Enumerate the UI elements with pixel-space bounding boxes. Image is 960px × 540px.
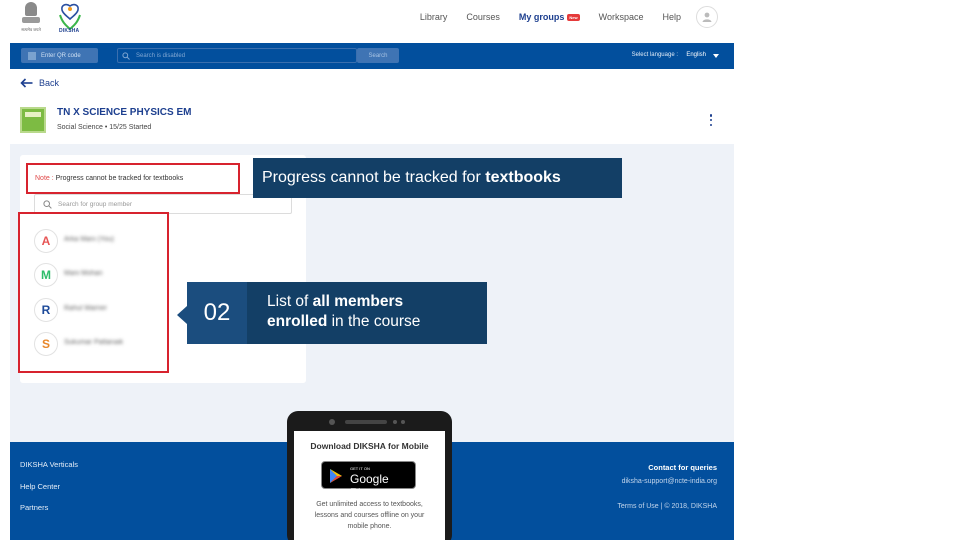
nav-library[interactable]: Library xyxy=(420,12,448,22)
callout-pointer xyxy=(177,306,187,324)
user-avatar[interactable] xyxy=(696,6,718,28)
logo-wordmark: DIKSHA xyxy=(59,28,80,34)
footer-link-partners[interactable]: Partners xyxy=(20,503,48,512)
search-placeholder: Search is disabled xyxy=(136,52,186,59)
callout-2-suffix: in the course xyxy=(327,313,421,330)
google-play-icon xyxy=(330,469,342,483)
callout-number: 02 xyxy=(187,282,247,344)
contact-email[interactable]: diksha-support@ncte-india.org xyxy=(622,478,717,485)
contact-title: Contact for queries xyxy=(648,463,717,472)
kebab-menu-icon[interactable] xyxy=(708,114,714,126)
phone-screen: Download DIKSHA for Mobile GET IT ON Goo… xyxy=(294,431,445,540)
play-badge-small-text: GET IT ON xyxy=(350,466,370,471)
callout-members-list: 02 List of all members enrolled in the co… xyxy=(187,282,487,344)
top-header: सत्यमेव जयते DIKSHA Library Courses My g… xyxy=(10,0,734,42)
mobile-app-promo: Download DIKSHA for Mobile GET IT ON Goo… xyxy=(287,411,452,540)
play-badge-big-text: Google Play xyxy=(350,472,389,500)
new-badge: New xyxy=(567,14,580,22)
callout-2-prefix: List of xyxy=(267,293,313,310)
phone-camera xyxy=(329,419,335,425)
main-nav: Library Courses My groups New Workspace H… xyxy=(401,0,718,34)
user-icon xyxy=(702,12,712,22)
chevron-down-icon[interactable] xyxy=(713,54,719,58)
promo-description: Get unlimited access to textbooks, lesso… xyxy=(314,501,425,530)
qr-code-icon xyxy=(28,51,36,60)
phone-speaker xyxy=(345,420,387,424)
back-label: Back xyxy=(39,78,60,88)
callout-1-bold: textbooks xyxy=(485,169,561,186)
google-play-button[interactable]: GET IT ON Google Play xyxy=(321,461,416,500)
arrow-left-icon xyxy=(20,78,33,88)
qr-button-label: Enter QR code xyxy=(41,52,81,59)
callout-2-bold-1: all members xyxy=(312,293,404,310)
language-label: Select language : xyxy=(631,52,678,58)
member-search-placeholder: Search for group member xyxy=(58,201,133,208)
back-link[interactable]: Back xyxy=(20,75,59,91)
terms-text[interactable]: Terms of Use | © 2018, DIKSHA xyxy=(617,503,717,510)
search-input[interactable]: Search is disabled xyxy=(117,48,357,63)
note-highlight-box xyxy=(26,163,240,194)
search-button[interactable]: Search xyxy=(357,48,399,63)
language-select[interactable]: English xyxy=(686,52,706,58)
promo-title: Download DIKSHA for Mobile xyxy=(310,441,429,451)
footer-link-verticals[interactable]: DIKSHA Verticals xyxy=(20,460,78,469)
enter-qr-button[interactable]: Enter QR code xyxy=(21,48,98,63)
callout-2-text: List of all members enrolled in the cours… xyxy=(267,292,477,332)
callout-1-text: Progress cannot be tracked for xyxy=(262,169,486,186)
search-toolbar: Enter QR code Search is disabled Search … xyxy=(10,43,734,69)
nav-my-groups[interactable]: My groups New xyxy=(519,12,580,22)
footer-link-help-center[interactable]: Help Center xyxy=(20,482,60,491)
course-title: TN X SCIENCE PHYSICS EM xyxy=(57,107,192,118)
phone-sensor xyxy=(393,420,397,424)
nav-workspace[interactable]: Workspace xyxy=(599,12,644,22)
nav-help[interactable]: Help xyxy=(662,12,681,22)
national-emblem-icon: सत्यमेव जयते xyxy=(20,2,42,32)
emblem-caption: सत्यमेव जयते xyxy=(21,27,41,32)
callout-2-bold-2: enrolled xyxy=(267,313,328,330)
search-icon xyxy=(43,200,52,209)
course-thumbnail xyxy=(20,107,46,133)
nav-my-groups-label: My groups xyxy=(518,12,565,22)
members-highlight-box xyxy=(18,212,169,373)
course-header: TN X SCIENCE PHYSICS EM Social Science •… xyxy=(10,98,734,142)
phone-sensor xyxy=(401,420,405,424)
course-subtitle: Social Science • 15/25 Started xyxy=(57,124,152,131)
callout-progress-note: Progress cannot be tracked for textbooks xyxy=(253,158,622,198)
search-icon xyxy=(122,52,130,60)
nav-courses[interactable]: Courses xyxy=(466,12,500,22)
